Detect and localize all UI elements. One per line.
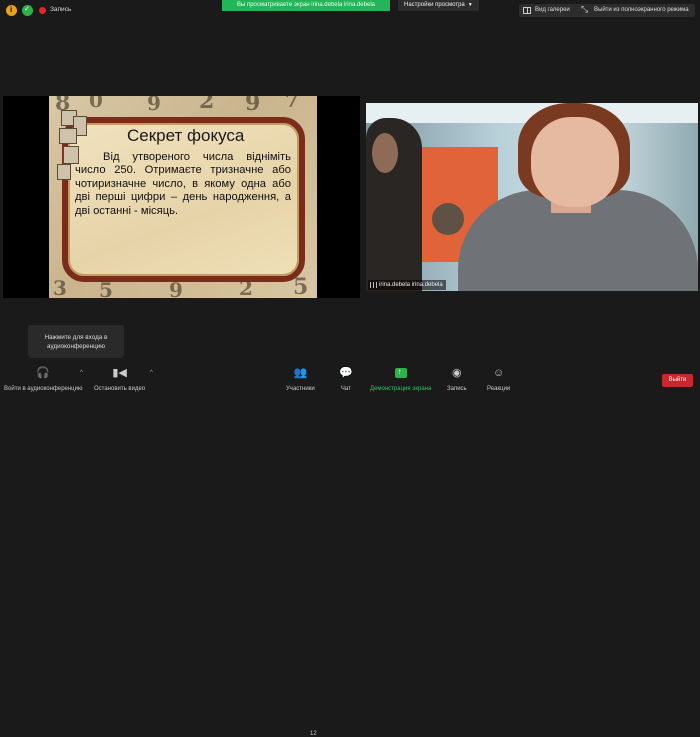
participants-count: 12	[310, 731, 317, 737]
screen-share-banner: Вы просматриваете экран irina.debela iri…	[222, 0, 390, 11]
slide-body-text: Від утвореного числа відніміть число 250…	[75, 151, 291, 217]
join-audio-label: Войти в аудиоконференцию	[4, 386, 83, 392]
encryption-shield-icon[interactable]	[22, 5, 33, 16]
participants-button[interactable]: 👥 Участники	[286, 366, 315, 392]
slide-title: Секрет фокуса	[127, 126, 245, 145]
top-bar: Запись Вы просматриваете экран irina.deb…	[0, 0, 700, 22]
exit-fullscreen-label: Выйти из полноэкранного режима	[594, 7, 689, 13]
headphones-icon: 🎧	[36, 367, 51, 379]
record-button[interactable]: ◉ Запись	[447, 366, 467, 392]
recording-dot-icon	[39, 7, 46, 14]
leave-meeting-button[interactable]: Выйти	[662, 374, 693, 387]
chat-button[interactable]: 💬 Чат	[339, 366, 353, 392]
participant-name-tag: irina.debela irina.debela	[368, 280, 446, 290]
background-digit-decoration: 9	[147, 96, 161, 115]
reaction-smiley-icon: ☺	[492, 367, 505, 379]
stop-video-button[interactable]: ▮◀ Остановить видео	[94, 366, 145, 392]
shared-screen: 8 0 9 2 9 7 3 5 9 2 5 Секрет фокуса Від …	[3, 96, 360, 298]
share-screen-button[interactable]: Демонстрация экрана	[370, 365, 432, 392]
background-digit-decoration: 9	[245, 96, 261, 116]
view-options-label: Настройки просмотра	[404, 2, 465, 8]
presentation-slide: 8 0 9 2 9 7 3 5 9 2 5 Секрет фокуса Від …	[49, 96, 317, 298]
participant-name: irina.debela irina.debela	[379, 282, 443, 288]
chat-label: Чат	[340, 386, 351, 392]
chat-bubble-icon: 💬	[339, 367, 353, 379]
record-label: Запись	[447, 386, 467, 392]
reactions-label: Реакции	[487, 386, 511, 392]
video-camera-icon: ▮◀	[112, 367, 127, 379]
chevron-down-icon: ▼	[467, 2, 473, 8]
gallery-view-label: Вид галереи	[535, 7, 570, 13]
meeting-info-icon[interactable]	[6, 5, 17, 16]
participants-label: Участники	[286, 386, 315, 392]
share-screen-label: Демонстрация экрана	[370, 386, 432, 392]
join-audio-tooltip[interactable]: Нажмите для входа в аудиоконференцию	[28, 325, 124, 358]
meeting-toolbar: 🎧 Войти в аудиоконференцию ^ ▮◀ Останови…	[0, 362, 700, 737]
gallery-grid-icon	[523, 7, 531, 14]
background-digit-decoration: 3	[53, 276, 67, 298]
view-options-dropdown[interactable]: Настройки просмотра ▼	[398, 0, 479, 11]
background-digit-decoration: 7	[285, 96, 299, 112]
participant-video[interactable]	[366, 103, 698, 291]
exit-fullscreen-button[interactable]: Выйти из полноэкранного режима	[578, 3, 695, 17]
video-options-chevron-icon[interactable]: ^	[150, 370, 153, 376]
banner-logo-image	[432, 203, 464, 235]
participants-icon: 👥	[293, 367, 308, 379]
recording-label: Запись	[50, 6, 72, 13]
reactions-button[interactable]: ☺ Реакции	[487, 366, 510, 392]
record-icon: ◉	[452, 367, 462, 379]
background-digit-decoration: 0	[89, 96, 103, 112]
share-screen-icon	[394, 365, 407, 379]
join-audio-button[interactable]: 🎧 Войти в аудиоконференцию	[4, 366, 82, 392]
stop-video-label: Остановить видео	[94, 386, 146, 392]
tooltip-line-2: аудиоконференцию	[47, 343, 105, 350]
exit-fullscreen-icon	[581, 3, 590, 16]
background-digit-decoration: 2	[199, 96, 215, 114]
tooltip-line-1: Нажмите для входа в	[44, 334, 108, 341]
signal-strength-icon	[370, 282, 377, 288]
audio-options-chevron-icon[interactable]: ^	[80, 370, 83, 376]
